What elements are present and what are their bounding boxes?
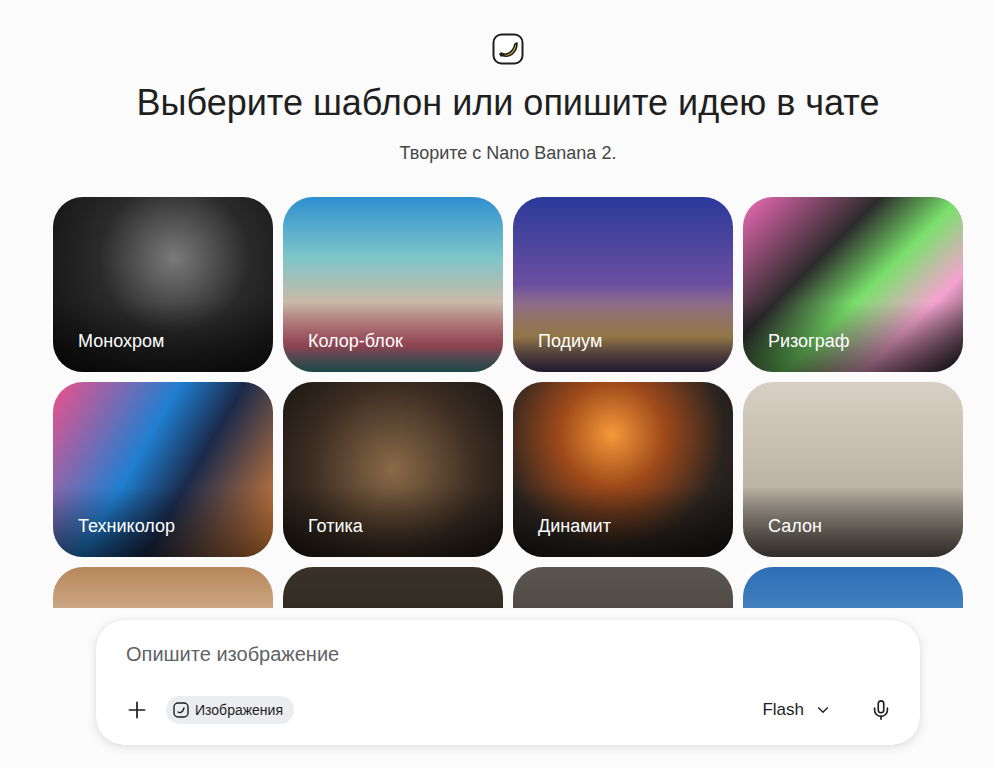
page: Выберите шаблон или опишите идею в чате Т… (0, 0, 993, 768)
page-title: Выберите шаблон или опишите идею в чате (137, 81, 880, 125)
template-label: Монохром (78, 330, 164, 352)
template-card[interactable]: Салон (743, 382, 963, 557)
template-card[interactable]: Техниколор (53, 382, 273, 557)
banana-logo-icon (492, 33, 524, 65)
page-subtitle: Творите с Nano Banana 2. (400, 141, 617, 165)
card-shade: Готика (283, 487, 503, 557)
card-shade: Техниколор (53, 487, 273, 557)
template-card[interactable]: Монохром (53, 197, 273, 372)
template-label: Динамит (538, 515, 611, 537)
template-label: Техниколор (78, 515, 175, 537)
composer-toolbar: Изображения Flash (120, 693, 896, 727)
prompt-composer: Изображения Flash (96, 620, 920, 745)
template-label: Салон (768, 515, 822, 537)
card-shade: Колор-блок (283, 302, 503, 372)
template-card[interactable] (283, 567, 503, 608)
template-card[interactable]: Колор-блок (283, 197, 503, 372)
mic-button[interactable] (866, 695, 896, 725)
chevron-down-icon (814, 701, 832, 719)
template-card[interactable] (53, 567, 273, 608)
add-button[interactable] (120, 693, 154, 727)
template-label: Колор-блок (308, 330, 403, 352)
chip-label: Изображения (195, 702, 283, 718)
template-gallery: Монохром Колор-блок Подиум Ризограф Техникол… (53, 197, 963, 608)
card-shade: Динамит (513, 487, 733, 557)
microphone-icon (870, 699, 892, 721)
model-label: Flash (762, 700, 804, 720)
template-card[interactable]: Динамит (513, 382, 733, 557)
template-card[interactable] (513, 567, 733, 608)
template-card[interactable]: Ризограф (743, 197, 963, 372)
model-select[interactable]: Flash (754, 696, 840, 724)
card-shade: Монохром (53, 302, 273, 372)
template-label: Подиум (538, 330, 602, 352)
card-shade: Ризограф (743, 302, 963, 372)
prompt-input[interactable] (120, 642, 896, 666)
plus-icon (124, 697, 150, 723)
template-card[interactable] (743, 567, 963, 608)
template-grid: Монохром Колор-блок Подиум Ризограф Техникол… (53, 197, 963, 608)
template-card[interactable]: Готика (283, 382, 503, 557)
images-chip[interactable]: Изображения (166, 696, 294, 724)
template-card[interactable]: Подиум (513, 197, 733, 372)
template-label: Ризограф (768, 330, 850, 352)
template-label: Готика (308, 515, 363, 537)
card-shade: Салон (743, 487, 963, 557)
image-banana-icon (173, 702, 189, 718)
card-shade: Подиум (513, 302, 733, 372)
